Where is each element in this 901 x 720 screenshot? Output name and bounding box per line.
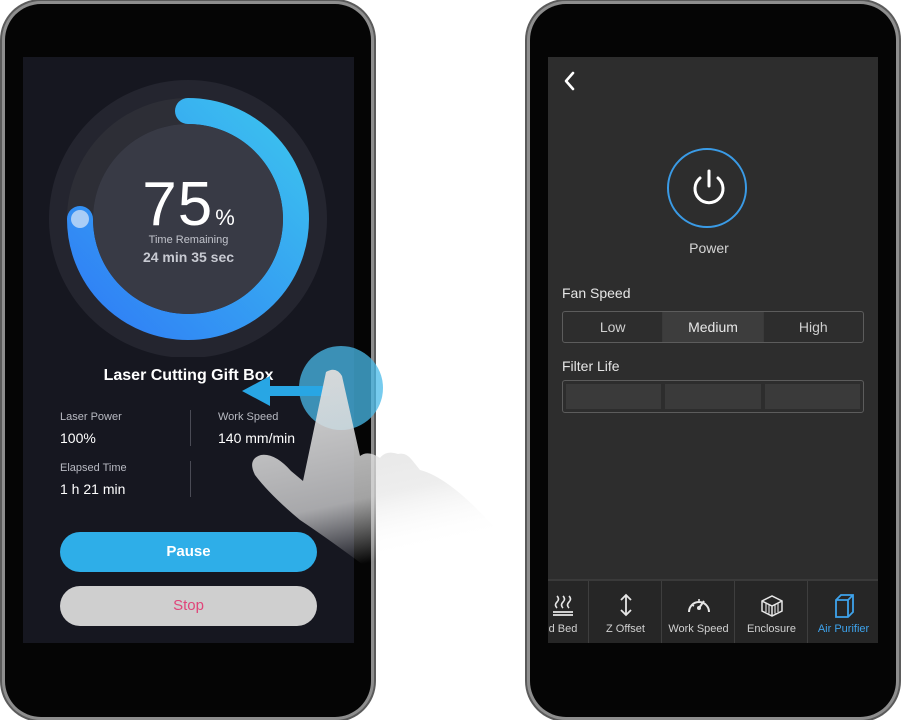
fan-speed-label: Fan Speed <box>562 285 631 301</box>
power-icon <box>693 169 725 205</box>
elapsed-time-label: Elapsed Time <box>60 462 127 474</box>
progress-percent-value: 75 <box>142 170 214 239</box>
filter-life-segment <box>665 384 761 409</box>
fan-speed-selector: Low Medium High <box>562 311 864 343</box>
progress-percent: 75% <box>23 169 354 240</box>
bottom-tab-bar: d Bed Z Offset Work Speed Enclosure Air … <box>548 579 878 643</box>
fan-speed-low[interactable]: Low <box>563 312 662 342</box>
stat-divider <box>190 461 191 497</box>
stop-button[interactable]: Stop <box>60 586 317 626</box>
work-speed-label: Work Speed <box>218 411 279 423</box>
time-remaining-label: Time Remaining <box>148 234 229 246</box>
device-frame-right: Power Fan Speed Low Medium High Filter L… <box>530 4 896 717</box>
tab-z-offset-label: Z Offset <box>606 623 645 635</box>
tab-z-offset[interactable]: Z Offset <box>588 581 662 643</box>
tab-heated-bed-label: d Bed <box>548 623 578 635</box>
speedometer-icon <box>687 599 710 613</box>
heated-bed-icon <box>553 595 573 616</box>
power-label: Power <box>689 240 729 256</box>
z-offset-icon <box>619 593 632 617</box>
enclosure-icon <box>760 595 783 617</box>
job-title: Laser Cutting Gift Box <box>103 367 274 384</box>
stat-divider <box>190 410 191 446</box>
tab-air-purifier-label: Air Purifier <box>817 623 870 635</box>
laser-power-value: 100% <box>60 430 96 446</box>
filter-life-segment <box>764 384 860 409</box>
work-speed-value: 140 mm/min <box>218 430 296 446</box>
elapsed-time-value: 1 h 21 min <box>60 481 126 497</box>
device-frame-left: 75% Time Remaining 24 min 35 sec Laser C… <box>5 4 371 717</box>
fan-speed-high[interactable]: High <box>762 312 863 342</box>
tab-air-purifier[interactable]: Air Purifier <box>807 581 878 643</box>
laser-power-label: Laser Power <box>60 411 122 423</box>
fan-speed-medium[interactable]: Medium <box>662 312 763 342</box>
progress-percent-unit: % <box>215 205 235 230</box>
time-remaining-value: 24 min 35 sec <box>142 249 235 265</box>
tab-heated-bed[interactable]: d Bed <box>548 581 588 643</box>
print-progress-screen: 75% Time Remaining 24 min 35 sec Laser C… <box>23 57 354 643</box>
pause-button[interactable]: Pause <box>60 532 317 572</box>
tab-enclosure[interactable]: Enclosure <box>734 581 808 643</box>
air-purifier-screen: Power Fan Speed Low Medium High Filter L… <box>548 57 878 643</box>
tab-work-speed-label: Work Speed <box>668 623 729 635</box>
power-button[interactable] <box>667 148 747 228</box>
filter-life-label: Filter Life <box>562 358 620 374</box>
back-chevron-icon[interactable] <box>560 69 580 93</box>
tab-enclosure-label: Enclosure <box>747 623 796 635</box>
filter-life-segment <box>566 384 662 409</box>
air-purifier-icon <box>834 594 854 618</box>
tab-work-speed[interactable]: Work Speed <box>661 581 735 643</box>
filter-life-bar <box>562 380 864 413</box>
